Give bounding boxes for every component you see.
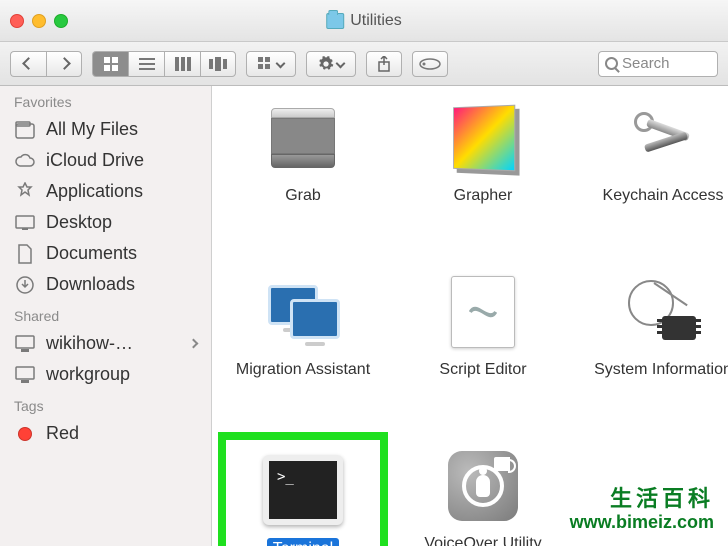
- terminal-icon: >_: [261, 448, 345, 532]
- sidebar-item-shared-computer[interactable]: wikihow-…: [0, 328, 211, 359]
- coverflow-view-button[interactable]: [200, 51, 236, 77]
- app-label: Keychain Access: [603, 186, 724, 205]
- sidebar-item-applications[interactable]: Applications: [0, 176, 211, 207]
- sidebar-item-label: Applications: [46, 181, 143, 202]
- sidebar-item-desktop[interactable]: Desktop: [0, 207, 211, 238]
- traffic-lights: [10, 14, 68, 28]
- folder-icon: [326, 13, 344, 29]
- share-icon: [377, 56, 391, 72]
- sidebar-section-header: Shared: [0, 300, 211, 328]
- sidebar-section-header: Favorites: [0, 86, 211, 114]
- app-item-keychain-access[interactable]: Keychain Access: [578, 96, 728, 266]
- sidebar-item-label: workgroup: [46, 364, 130, 385]
- app-item-grapher[interactable]: Grapher: [398, 96, 568, 266]
- sidebar: Favorites All My Files iCloud Drive Appl…: [0, 86, 212, 546]
- action-button[interactable]: [306, 51, 356, 77]
- sidebar-item-label: iCloud Drive: [46, 150, 144, 171]
- computer-icon: [14, 365, 36, 385]
- coverflow-icon: [209, 57, 227, 71]
- app-label: Grab: [285, 186, 321, 205]
- all-my-files-icon: [14, 120, 36, 140]
- app-item-system-information[interactable]: System Information: [578, 270, 728, 440]
- grid-icon: [103, 56, 119, 72]
- system-information-icon: [621, 270, 705, 354]
- arrange-icon: [258, 57, 274, 71]
- window-titlebar: Utilities: [0, 0, 728, 42]
- window-title: Utilities: [326, 12, 402, 30]
- watermark-cn: 生活百科: [570, 486, 714, 512]
- forward-button[interactable]: [46, 51, 82, 77]
- app-label: Grapher: [454, 186, 513, 205]
- sidebar-item-shared-workgroup[interactable]: workgroup: [0, 359, 211, 390]
- script-editor-icon: [441, 270, 525, 354]
- columns-icon: [175, 57, 191, 71]
- window-title-text: Utilities: [350, 12, 402, 30]
- arrange-button[interactable]: [246, 51, 296, 77]
- minimize-window-button[interactable]: [32, 14, 46, 28]
- cloud-icon: [14, 151, 36, 171]
- column-view-button[interactable]: [164, 51, 200, 77]
- desktop-icon: [14, 213, 36, 233]
- app-label: VoiceOver Utility: [424, 534, 541, 546]
- sidebar-item-label: Downloads: [46, 274, 135, 295]
- back-button[interactable]: [10, 51, 46, 77]
- nav-segment: [10, 51, 82, 77]
- chevron-left-icon: [22, 57, 35, 70]
- search-placeholder: Search: [622, 55, 670, 72]
- applications-icon: [14, 182, 36, 202]
- list-view-button[interactable]: [128, 51, 164, 77]
- sidebar-item-all-my-files[interactable]: All My Files: [0, 114, 211, 145]
- sidebar-item-label: All My Files: [46, 119, 138, 140]
- sidebar-item-label: Desktop: [46, 212, 112, 233]
- fullscreen-window-button[interactable]: [54, 14, 68, 28]
- toolbar: Search: [0, 42, 728, 86]
- app-item-terminal[interactable]: >_ Terminal: [218, 432, 388, 546]
- chevron-down-icon: [336, 59, 346, 69]
- close-window-button[interactable]: [10, 14, 24, 28]
- app-item-voiceover-utility[interactable]: VoiceOver Utility: [398, 444, 568, 546]
- sidebar-item-label: Documents: [46, 243, 137, 264]
- watermark: 生活百科 www.bimeiz.com: [570, 486, 714, 534]
- sidebar-item-label: Red: [46, 423, 79, 444]
- gear-icon: [318, 56, 334, 72]
- search-icon: [605, 57, 618, 70]
- voiceover-icon: [441, 444, 525, 528]
- app-item-script-editor[interactable]: Script Editor: [398, 270, 568, 440]
- sidebar-item-downloads[interactable]: Downloads: [0, 269, 211, 300]
- chevron-right-icon: [189, 339, 199, 349]
- icon-view-button[interactable]: [92, 51, 128, 77]
- search-field[interactable]: Search: [598, 51, 718, 77]
- list-icon: [139, 58, 155, 70]
- content-area: Grab Grapher Keychain Access Migration A…: [212, 86, 728, 546]
- sidebar-item-tag-red[interactable]: Red: [0, 418, 211, 449]
- tag-dot-icon: [14, 424, 36, 444]
- computer-icon: [14, 334, 36, 354]
- app-label: System Information: [594, 360, 728, 379]
- chevron-down-icon: [276, 59, 286, 69]
- app-label: Migration Assistant: [236, 360, 370, 379]
- sidebar-item-label: wikihow-…: [46, 333, 133, 354]
- chevron-right-icon: [58, 57, 71, 70]
- sidebar-section-header: Tags: [0, 390, 211, 418]
- sidebar-item-icloud-drive[interactable]: iCloud Drive: [0, 145, 211, 176]
- watermark-url: www.bimeiz.com: [570, 512, 714, 534]
- grapher-icon: [441, 96, 525, 180]
- share-button[interactable]: [366, 51, 402, 77]
- documents-icon: [14, 244, 36, 264]
- app-item-grab[interactable]: Grab: [218, 96, 388, 266]
- tag-icon: [419, 58, 441, 70]
- view-segment: [92, 51, 236, 77]
- grab-icon: [261, 96, 345, 180]
- app-label: Terminal: [267, 538, 339, 546]
- migration-assistant-icon: [261, 270, 345, 354]
- edit-tags-button[interactable]: [412, 51, 448, 77]
- sidebar-item-documents[interactable]: Documents: [0, 238, 211, 269]
- downloads-icon: [14, 275, 36, 295]
- app-label: Script Editor: [439, 360, 526, 379]
- app-item-migration-assistant[interactable]: Migration Assistant: [218, 270, 388, 440]
- keychain-icon: [621, 96, 705, 180]
